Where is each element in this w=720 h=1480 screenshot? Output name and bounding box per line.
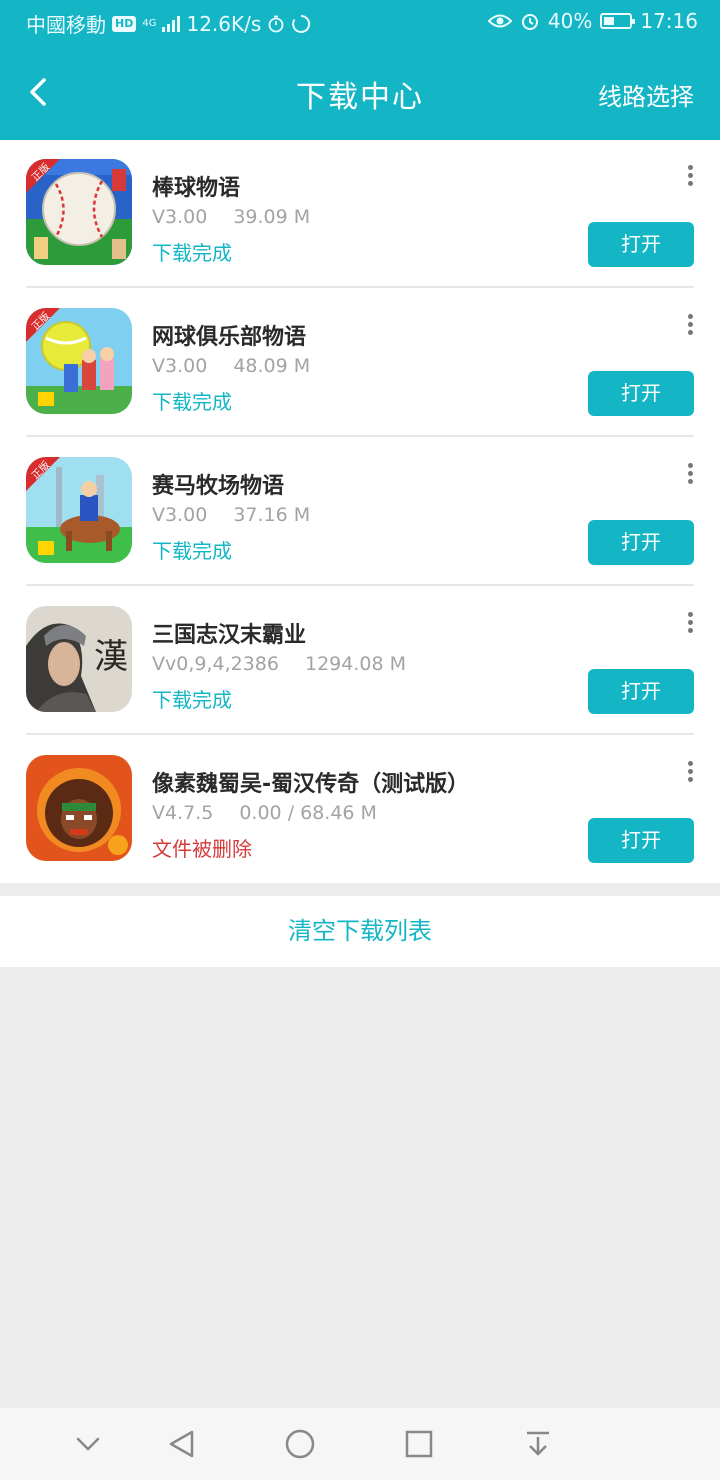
chevron-down-icon[interactable] bbox=[68, 1424, 108, 1464]
divider bbox=[26, 584, 694, 586]
more-icon[interactable] bbox=[678, 311, 702, 339]
network-speed: 12.6K/s bbox=[186, 11, 262, 36]
app-meta: Vv0,9,4,2386 1294.08 M bbox=[152, 653, 406, 675]
download-item: 漢 三国志汉末霸业 Vv0,9,4,2386 1294.08 M 下载完成 打开 bbox=[0, 587, 720, 735]
app-name: 棒球物语 bbox=[152, 176, 241, 201]
app-meta: V3.00 48.09 M bbox=[152, 355, 310, 377]
divider bbox=[26, 286, 694, 288]
signal-icon bbox=[162, 15, 181, 32]
svg-text:漢: 漢 bbox=[94, 637, 128, 677]
app-size: 0.00 / 68.46 M bbox=[239, 802, 377, 824]
eye-icon bbox=[487, 14, 512, 28]
download-status: 文件被删除 bbox=[152, 837, 252, 861]
open-button[interactable]: 打开 bbox=[588, 371, 694, 416]
timer-icon bbox=[268, 15, 284, 32]
divider bbox=[26, 435, 694, 437]
app-icon-tennis: 正版 bbox=[26, 308, 132, 414]
divider bbox=[26, 733, 694, 735]
clear-download-list-button[interactable]: 清空下载列表 bbox=[0, 896, 720, 967]
app-size: 1294.08 M bbox=[304, 653, 406, 675]
app-header: 中國移動 HD 4G 12.6K/s 40% 17:16 下载中心 线路选择 bbox=[0, 0, 720, 140]
route-select-button[interactable]: 线路选择 bbox=[598, 77, 694, 112]
download-item: 正版 棒球物语 V3.00 39.09 M 下载完成 打开 bbox=[0, 140, 720, 288]
carrier-label: 中國移動 bbox=[26, 13, 106, 37]
download-item: 正版 赛马牧场物语 V3.00 37.16 M 下载完成 打开 bbox=[0, 438, 720, 586]
app-size: 39.09 M bbox=[233, 206, 311, 228]
notification-pull-icon[interactable] bbox=[518, 1424, 558, 1464]
app-meta: V4.7.5 0.00 / 68.46 M bbox=[152, 802, 377, 824]
app-icon-three-kingdoms: 漢 bbox=[26, 606, 132, 712]
app-version: V3.00 bbox=[152, 504, 208, 526]
app-version: V3.00 bbox=[152, 206, 208, 228]
app-name: 网球俱乐部物语 bbox=[152, 325, 307, 350]
app-icon-baseball: 正版 bbox=[26, 159, 132, 265]
more-icon[interactable] bbox=[678, 758, 702, 786]
app-size: 37.16 M bbox=[233, 504, 311, 526]
app-version: V4.7.5 bbox=[152, 802, 214, 824]
download-status: 下载完成 bbox=[152, 688, 232, 712]
clock: 17:16 bbox=[640, 9, 698, 33]
download-list: 正版 棒球物语 V3.00 39.09 M 下载完成 打开 正版 网球俱乐部物语… bbox=[0, 140, 720, 883]
download-item: 像素魏蜀吴-蜀汉传奇（测试版） V4.7.5 0.00 / 68.46 M 文件被… bbox=[0, 736, 720, 884]
app-version: V3.00 bbox=[152, 355, 208, 377]
open-button[interactable]: 打开 bbox=[588, 520, 694, 565]
status-bar: 中國移動 HD 4G 12.6K/s 40% 17:16 bbox=[0, 0, 720, 44]
app-icon-horse-racing: 正版 bbox=[26, 457, 132, 563]
back-triangle-icon[interactable] bbox=[162, 1424, 202, 1464]
more-icon[interactable] bbox=[678, 460, 702, 488]
sync-icon bbox=[292, 14, 311, 33]
hd-badge: HD bbox=[112, 15, 137, 32]
battery-icon bbox=[600, 13, 636, 29]
recents-square-icon[interactable] bbox=[399, 1424, 439, 1464]
home-circle-icon[interactable] bbox=[280, 1424, 320, 1464]
app-size: 48.09 M bbox=[233, 355, 311, 377]
download-item: 正版 网球俱乐部物语 V3.00 48.09 M 下载完成 打开 bbox=[0, 289, 720, 437]
app-meta: V3.00 39.09 M bbox=[152, 206, 310, 228]
more-icon[interactable] bbox=[678, 609, 702, 637]
download-status: 下载完成 bbox=[152, 390, 232, 414]
title-bar: 下载中心 线路选择 bbox=[0, 44, 720, 140]
app-name: 赛马牧场物语 bbox=[152, 474, 285, 499]
open-button[interactable]: 打开 bbox=[588, 818, 694, 863]
alarm-icon bbox=[521, 14, 538, 30]
open-button[interactable]: 打开 bbox=[588, 669, 694, 714]
network-type: 4G bbox=[142, 17, 157, 29]
app-icon-pixel-warrior bbox=[26, 755, 132, 861]
download-status: 下载完成 bbox=[152, 241, 232, 265]
system-navigation-bar bbox=[0, 1408, 720, 1480]
battery-percent: 40% bbox=[547, 9, 593, 33]
more-icon[interactable] bbox=[678, 162, 702, 190]
app-name: 像素魏蜀吴-蜀汉传奇（测试版） bbox=[152, 772, 470, 797]
app-version: Vv0,9,4,2386 bbox=[152, 653, 279, 675]
download-status: 下载完成 bbox=[152, 539, 232, 563]
open-button[interactable]: 打开 bbox=[588, 222, 694, 267]
app-name: 三国志汉末霸业 bbox=[152, 623, 307, 648]
app-meta: V3.00 37.16 M bbox=[152, 504, 310, 526]
